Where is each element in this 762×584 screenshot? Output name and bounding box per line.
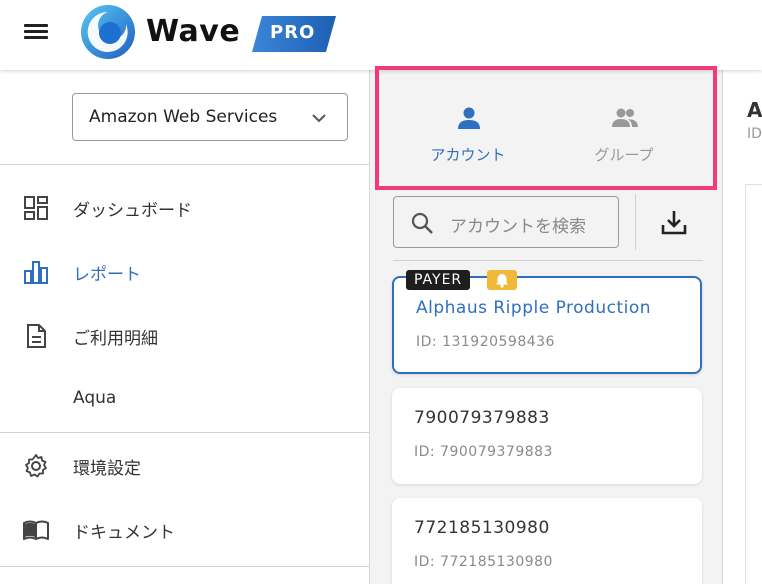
divider [393,260,703,261]
divider [635,194,636,250]
detail-content [745,184,762,584]
search-placeholder: アカウントを検索 [450,217,586,237]
wave-logo[interactable]: Wave PRO [80,4,340,60]
app-header: Wave PRO [0,0,762,70]
divider [0,432,370,433]
account-card[interactable]: Alphaus Ripple Production ID: 1319205984… [392,276,702,374]
tab-account[interactable]: アカウント [393,96,543,166]
sidebar-item-label: Aqua [73,388,117,408]
account-name: 772185130980 [414,518,550,538]
chevron-down-icon [312,114,326,123]
pro-badge-label: PRO [270,22,316,43]
detail-subtitle: ID [747,126,762,142]
sidebar-item-aqua[interactable]: Aqua [0,372,370,428]
sidebar-item-label: レポート [73,265,141,285]
sidebar-item-billing[interactable]: ご利用明細 [0,308,370,364]
divider [0,566,370,567]
account-search[interactable]: アカウントを検索 [393,196,619,248]
sidebar-item-report[interactable]: レポート [0,244,370,300]
sidebar: Amazon Web Services ダッシュボード レポート ご利用明細 A… [0,70,370,584]
bell-icon [496,274,508,288]
bell-badge [487,270,517,290]
payer-badge: PAYER [406,270,471,290]
account-id: ID: 131920598436 [416,334,555,350]
account-id: ID: 772185130980 [414,554,553,570]
account-tabs: アカウント グループ [379,70,713,182]
dashboard-icon [24,196,48,220]
detail-title: A [747,98,762,122]
sidebar-item-settings[interactable]: 環境設定 [0,438,370,494]
account-id: ID: 790079379883 [414,444,553,460]
logo-text: Wave [146,14,241,49]
sidebar-item-dashboard[interactable]: ダッシュボード [0,180,370,236]
download-icon[interactable] [659,208,689,238]
account-name: 790079379883 [414,408,550,428]
account-card[interactable]: 772185130980 ID: 772185130980 [392,498,702,584]
tab-label: グループ [594,146,654,164]
sidebar-item-label: ドキュメント [73,523,175,543]
document-icon [27,324,46,348]
book-icon [23,520,49,540]
search-icon [411,212,433,234]
wave-logo-mark [81,5,135,59]
cloud-provider-select[interactable]: Amazon Web Services [72,93,348,141]
sidebar-item-label: ご利用明細 [73,329,158,349]
sidebar-item-docs[interactable]: ドキュメント [0,502,370,558]
sidebar-item-label: 環境設定 [73,459,141,479]
divider [0,164,370,165]
select-value: Amazon Web Services [89,107,278,127]
sidebar-item-label: ダッシュボード [73,201,192,221]
account-card[interactable]: 790079379883 ID: 790079379883 [392,388,702,484]
tab-group[interactable]: グループ [549,96,699,166]
bar-chart-icon [24,261,48,284]
account-panel: アカウント グループ アカウントを検索 PAYER Alphaus Ripple… [371,70,721,584]
person-icon [458,107,480,129]
tab-label: アカウント [430,146,506,164]
gear-icon [25,454,47,478]
account-name: Alphaus Ripple Production [416,298,652,318]
group-icon [612,108,638,127]
menu-icon[interactable] [20,17,52,45]
detail-panel: A ID [722,70,762,584]
